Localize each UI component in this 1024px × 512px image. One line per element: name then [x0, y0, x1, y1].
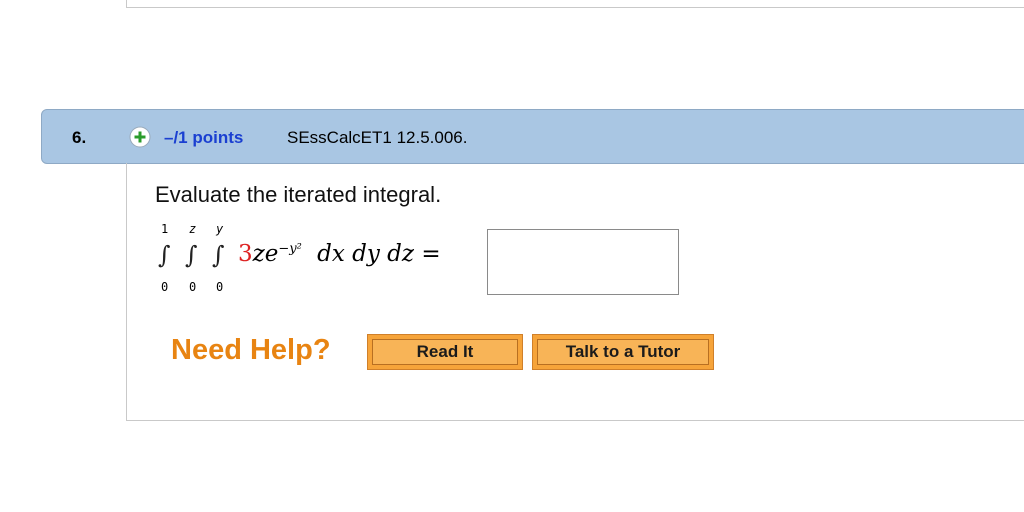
integrand-base: ze [252, 241, 279, 267]
points-label[interactable]: –/1 points [164, 128, 243, 148]
talk-to-tutor-label: Talk to a Tutor [537, 339, 709, 365]
upper-limit-2: z [189, 222, 197, 236]
talk-to-tutor-button[interactable]: Talk to a Tutor [532, 334, 714, 370]
integrand-coefficient: 3 [238, 241, 253, 267]
plus-icon[interactable] [129, 126, 151, 148]
read-it-button[interactable]: Read It [367, 334, 523, 370]
question-header: 6. –/1 points SEssCalcET1 12.5.006. [41, 109, 1024, 164]
upper-limit-3: y [216, 222, 224, 236]
integrand: 3ze−y² dx dy dz = [238, 241, 441, 267]
answer-input[interactable] [487, 229, 679, 295]
lower-limit-1: 0 [161, 280, 169, 294]
lower-limit-3: 0 [216, 280, 224, 294]
read-it-label: Read It [372, 339, 518, 365]
integrand-exponent: −y² [278, 241, 302, 257]
upper-limit-1: 1 [161, 222, 169, 236]
differentials: dx dy dz = [317, 241, 441, 267]
question-id: SEssCalcET1 12.5.006. [287, 128, 468, 147]
question-number: 6. [72, 128, 87, 147]
question-prompt: Evaluate the iterated integral. [155, 182, 442, 207]
lower-limit-2: 0 [189, 280, 197, 294]
integral-sign-icon: ∫ [212, 241, 225, 269]
iterated-integral: 1 z y ∫ ∫ ∫ 0 0 0 3ze−y² dx dy dz = [154, 222, 484, 302]
integral-sign-icon: ∫ [185, 241, 198, 269]
previous-question-box [126, 0, 1024, 8]
integral-sign-icon: ∫ [158, 241, 171, 269]
need-help-label: Need Help? [171, 334, 331, 366]
